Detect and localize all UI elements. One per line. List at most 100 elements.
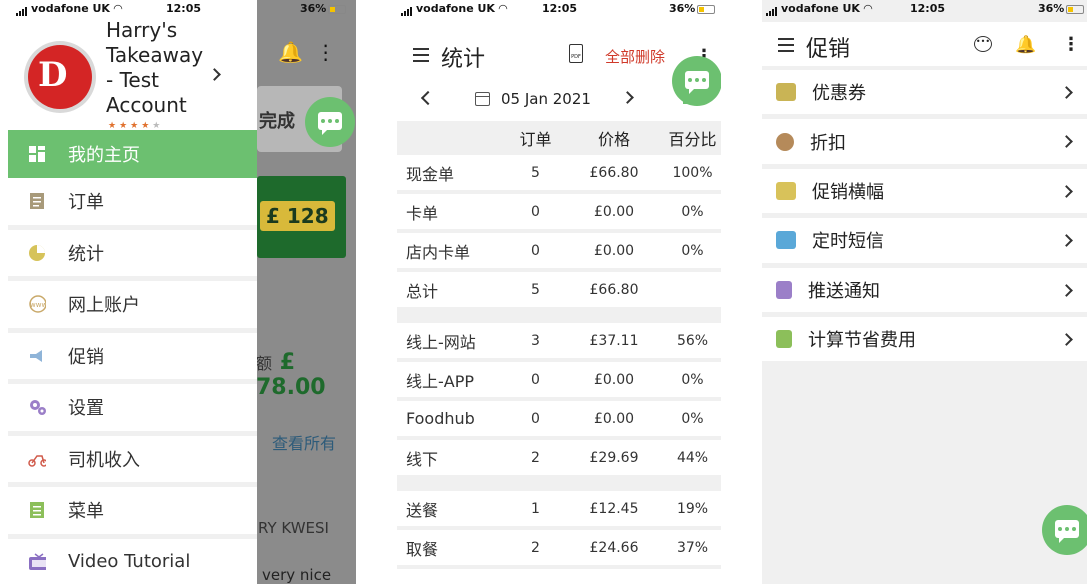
list-item-promo-banner[interactable]: 促销横幅	[762, 168, 1087, 219]
table-row-total: 总计 5 £66.80	[397, 272, 721, 323]
chat-icon	[685, 71, 709, 94]
previous-date-button[interactable]	[420, 90, 436, 106]
gears-icon	[28, 398, 46, 416]
hamburger-menu-icon[interactable]	[413, 48, 429, 66]
menu-item-promotions[interactable]: 促销	[8, 333, 257, 384]
selected-date[interactable]: 05 Jan 2021	[501, 90, 591, 108]
table-row: 取餐 2 £24.66 37%	[397, 530, 721, 569]
drawer-screen: 🔔 ⋮ 完成 £ 128 额 £ 78.00 查看所有 RY KWESI ver…	[8, 0, 356, 584]
battery-icon	[697, 4, 716, 14]
menu-item-label: 促销	[68, 346, 104, 368]
chat-fab-button[interactable]	[305, 97, 355, 147]
www-icon: www	[28, 295, 46, 313]
list-item-savings-calculator[interactable]: 计算节省费用	[762, 316, 1087, 367]
menu-item-label: 我的主页	[68, 145, 140, 166]
hamburger-menu-icon[interactable]	[778, 38, 794, 56]
bg-review-snippet: very nice	[262, 566, 332, 584]
menu-item-online-account[interactable]: www 网上账户	[8, 281, 257, 333]
header-price: 价格	[597, 130, 630, 149]
ad-banner-icon	[776, 181, 796, 200]
list-item-coupons[interactable]: 优惠券	[762, 70, 1087, 120]
table-header: 订单 价格 百分比	[397, 121, 721, 155]
account-name[interactable]: Harry's Takeaway - Test Account	[106, 18, 216, 118]
menu-item-label: 网上账户	[68, 295, 140, 317]
sms-icon	[776, 231, 796, 250]
promotions-screen: vodafone UK ◠ 12:05 36% 促销 ••• 🔔 ⋮ 优惠券 折…	[762, 0, 1087, 584]
status-time: 12:05	[542, 2, 578, 15]
account-avatar[interactable]: D	[24, 41, 96, 113]
signal-icon	[766, 3, 778, 16]
wifi-icon: ◠	[863, 2, 873, 15]
chevron-right-icon	[1060, 184, 1073, 198]
chevron-right-icon	[1060, 283, 1073, 297]
chat-fab-button[interactable]	[1042, 505, 1087, 555]
menu-item-orders[interactable]: 订单	[8, 178, 257, 230]
table-row: 送餐 1 £12.45 19%	[397, 491, 721, 530]
menu-item-label: Video Tutorial	[68, 551, 191, 573]
more-options-icon[interactable]: ⋮	[1062, 34, 1080, 55]
messages-icon[interactable]: •••	[974, 36, 992, 52]
dashboard-icon	[28, 145, 46, 163]
pie-chart-icon	[28, 244, 46, 262]
status-bar: vodafone UK ◠ 12:05 36%	[762, 0, 1087, 18]
chevron-right-icon	[1060, 86, 1073, 99]
page-title: 统计	[441, 47, 486, 72]
delete-all-button[interactable]: 全部删除	[605, 46, 665, 67]
drawer-menu: 我的主页 订单 统计 www 网上账户 促销 设置 司机收入 菜单 Video …	[8, 130, 257, 584]
list-item-scheduled-sms[interactable]: 定时短信	[762, 218, 1087, 268]
calendar-icon[interactable]	[475, 92, 490, 106]
menu-list-icon	[28, 501, 46, 519]
table-row: 线下 2 £29.69 44%	[397, 440, 721, 491]
table-row: 卡单 0 £0.00 0%	[397, 194, 721, 233]
calculator-icon	[776, 330, 792, 349]
statistics-screen: vodafone UK ◠ 12:05 36% 统计 PDF 全部删除 ⋮ 05…	[397, 0, 721, 584]
bg-header-icons: 🔔 ⋮	[278, 40, 336, 64]
header-orders: 订单	[519, 130, 552, 149]
status-time: 12:05	[166, 2, 202, 15]
menu-item-dashboard[interactable]: 我的主页	[8, 130, 257, 178]
pdf-export-icon[interactable]: PDF	[569, 44, 583, 63]
page-title: 促销	[806, 37, 851, 62]
table-row: 店内卡单 0 £0.00 0%	[397, 233, 721, 272]
svg-text:www: www	[30, 301, 46, 309]
chat-fab-button[interactable]	[672, 56, 721, 106]
orders-icon	[28, 192, 46, 210]
next-date-button[interactable]	[621, 91, 634, 104]
status-bar-right: 36%	[257, 0, 356, 18]
signal-icon	[401, 3, 413, 16]
bg-sales-value: £ 128	[260, 201, 335, 231]
menu-item-statistics[interactable]: 统计	[8, 230, 257, 281]
bell-icon[interactable]: 🔔	[1015, 35, 1036, 55]
table-row: 线上-网站 3 £37.11 56%	[397, 323, 721, 362]
menu-item-video-tutorial[interactable]: Video Tutorial	[8, 539, 257, 584]
menu-item-label: 司机收入	[68, 449, 140, 471]
discount-icon	[776, 132, 794, 151]
bg-customer-name: RY KWESI	[258, 519, 329, 537]
status-bar: vodafone UK ◠ 12:05	[8, 0, 257, 18]
push-notification-icon	[776, 280, 792, 299]
list-item-discount[interactable]: 折扣	[762, 119, 1087, 169]
chevron-right-icon	[1060, 333, 1073, 346]
menu-item-label: 菜单	[68, 501, 104, 523]
coupon-icon	[776, 83, 796, 102]
scooter-icon	[28, 450, 46, 468]
menu-item-settings[interactable]: 设置	[8, 384, 257, 436]
menu-item-menu[interactable]: 菜单	[8, 487, 257, 539]
bg-view-all-link: 查看所有	[272, 434, 337, 453]
signal-icon	[16, 3, 28, 16]
list-item-push-notification[interactable]: 推送通知	[762, 267, 1087, 317]
wifi-icon: ◠	[113, 2, 123, 15]
header-percent: 百分比	[668, 130, 717, 149]
app-header: 统计 PDF 全部删除 ⋮	[397, 38, 721, 74]
bg-amount: 额 £ 78.00	[256, 350, 326, 400]
battery-icon	[328, 4, 347, 14]
app-header: 促销 ••• 🔔 ⋮	[762, 22, 1087, 66]
megaphone-icon	[28, 347, 46, 365]
menu-item-label: 设置	[68, 398, 104, 420]
menu-item-driver-earnings[interactable]: 司机收入	[8, 436, 257, 487]
nav-drawer: vodafone UK ◠ 12:05 D Harry's Takeaway -…	[8, 0, 257, 584]
battery-icon	[1066, 4, 1085, 14]
chat-icon	[1055, 520, 1079, 543]
table-row: 线上-APP 0 £0.00 0%	[397, 362, 721, 401]
promotions-list: 优惠券 折扣 促销横幅 定时短信 推送通知 计算节省费用	[762, 70, 1087, 367]
